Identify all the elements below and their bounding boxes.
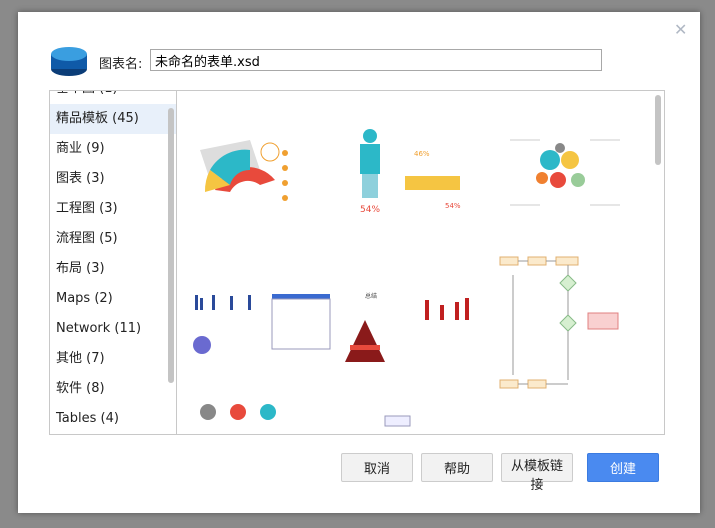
template-thumb-flowchart[interactable] — [498, 255, 638, 395]
category-list: 基本图 (1) 精品模板 (45) 商业 (9) 图表 (3) 工程图 (3) … — [49, 90, 177, 435]
template-thumb-bubble-cluster[interactable] — [500, 130, 630, 215]
category-software[interactable]: 软件 (8) — [50, 374, 176, 404]
category-tables[interactable]: Tables (4) — [50, 404, 176, 434]
cancel-button[interactable]: 取消 — [341, 453, 413, 482]
template-thumb-pyramid-bars[interactable]: 总结 — [345, 290, 475, 365]
category-maps[interactable]: Maps (2) — [50, 284, 176, 314]
org-label: 总结 — [365, 292, 377, 300]
category-engineering[interactable]: 工程图 (3) — [50, 194, 176, 224]
pct-label: 54% — [445, 202, 461, 210]
category-premium-templates[interactable]: 精品模板 (45) — [50, 104, 176, 134]
create-button[interactable]: 创建 — [587, 453, 659, 482]
category-basic[interactable]: 基本图 (1) — [50, 91, 176, 104]
template-thumb-dashboard[interactable] — [190, 290, 340, 360]
category-layout[interactable]: 布局 (3) — [50, 254, 176, 284]
pct-label: 46% — [414, 150, 430, 158]
template-scrollbar[interactable] — [655, 95, 661, 165]
category-scrollbar[interactable] — [168, 108, 174, 383]
category-flowchart[interactable]: 流程图 (5) — [50, 224, 176, 254]
template-thumb-org-chart[interactable] — [190, 402, 420, 435]
close-icon[interactable]: ✕ — [674, 20, 687, 39]
pct-label: 54% — [360, 205, 380, 215]
diagram-name-input[interactable] — [150, 49, 602, 71]
diagram-name-label: 图表名: — [99, 57, 143, 72]
template-thumb-infographic[interactable] — [190, 130, 300, 210]
database-icon — [51, 47, 87, 76]
category-charts[interactable]: 图表 (3) — [50, 164, 176, 194]
template-thumb-people-stats[interactable]: 54% 46% 54% — [350, 128, 470, 218]
help-button[interactable]: 帮助 — [421, 453, 493, 482]
category-other[interactable]: 其他 (7) — [50, 344, 176, 374]
link-from-template-button[interactable]: 从模板链接 — [501, 453, 573, 493]
category-business[interactable]: 商业 (9) — [50, 134, 176, 164]
category-network[interactable]: Network (11) — [50, 314, 176, 344]
